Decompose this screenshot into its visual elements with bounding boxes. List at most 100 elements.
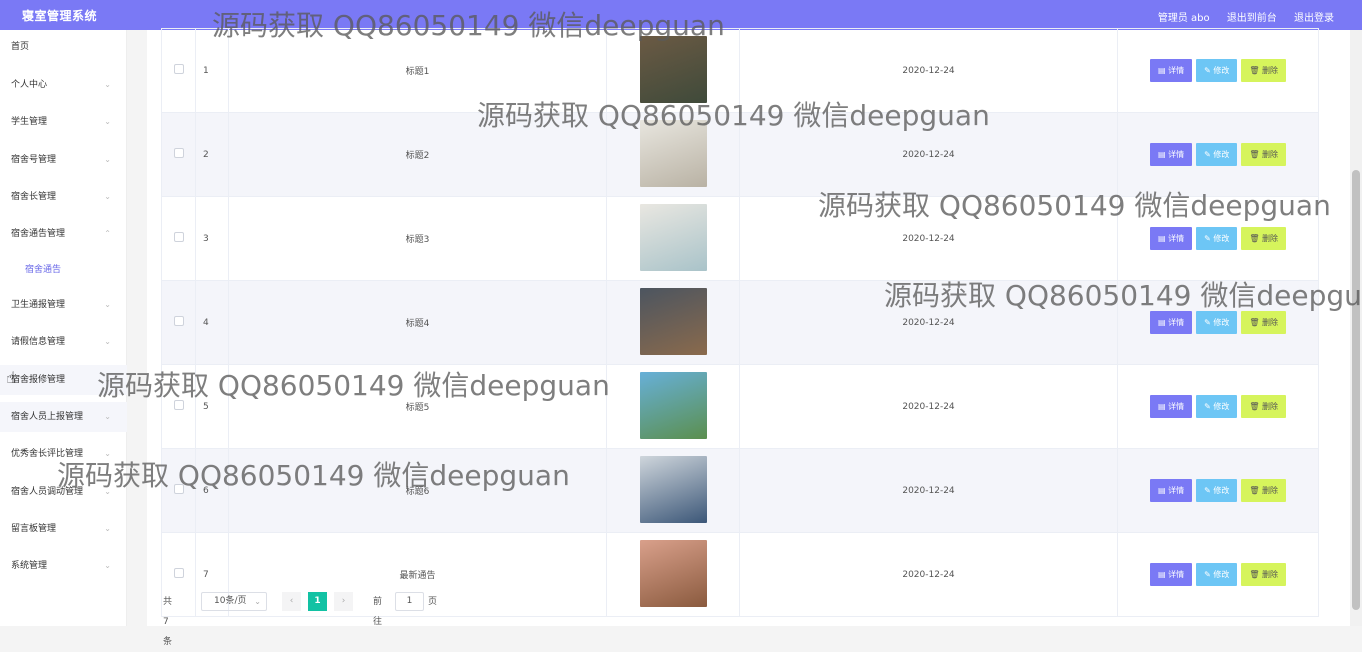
edit-button[interactable]: ✎ 修改 [1196, 59, 1238, 82]
row-title: 标题4 [228, 280, 607, 365]
row-checkbox[interactable] [173, 568, 184, 578]
exit-to-front-link[interactable]: 退出到前台 [1227, 13, 1277, 24]
sidebar-item-system[interactable]: 系统管理 ⌄ [0, 551, 127, 581]
row-date: 2020-12-24 [739, 532, 1118, 617]
row-image-cell [606, 532, 740, 617]
notice-image [639, 35, 707, 103]
document-icon: ▤ [1157, 234, 1169, 243]
scrollbar-thumb[interactable] [1352, 170, 1360, 610]
row-checkbox[interactable] [173, 64, 184, 74]
edit-button[interactable]: ✎ 修改 [1196, 479, 1238, 502]
edit-button[interactable]: ✎ 修改 [1196, 227, 1238, 250]
document-icon: ▤ [1157, 570, 1169, 579]
detail-button[interactable]: ▤ 详情 [1149, 143, 1193, 166]
page-unit-label: 页 [428, 597, 438, 607]
trash-icon: 🗑 [1249, 66, 1263, 75]
edit-button[interactable]: ✎ 修改 [1196, 395, 1238, 418]
sidebar-item-report[interactable]: 宿舍人员上报管理 ⌄ [0, 402, 127, 432]
row-title: 标题2 [228, 112, 607, 197]
row-index: 1 [195, 28, 229, 113]
row-actions: ▤ 详情 ✎ 修改 🗑 删除 [1117, 196, 1319, 281]
notice-image [639, 287, 707, 355]
row-date: 2020-12-24 [739, 28, 1118, 113]
sidebar-item-dorm-notice[interactable]: 宿舍通告管理 ⌃ [0, 219, 127, 249]
delete-button[interactable]: 🗑 删除 [1241, 59, 1287, 82]
delete-button[interactable]: 🗑 删除 [1241, 227, 1287, 250]
row-checkbox-cell [161, 364, 196, 449]
sidebar-item-excellent-leader[interactable]: 优秀舍长评比管理 ⌄ [0, 439, 127, 469]
page-size-select[interactable]: 10条/页 ⌄ [201, 592, 267, 611]
row-actions: ▤ 详情 ✎ 修改 🗑 删除 [1117, 28, 1319, 113]
row-date: 2020-12-24 [739, 196, 1118, 281]
row-checkbox-cell [161, 448, 196, 533]
document-icon: ▤ [1157, 402, 1169, 411]
chevron-down-icon: ⌄ [104, 80, 111, 89]
delete-button[interactable]: 🗑 删除 [1241, 479, 1287, 502]
notice-image [639, 455, 707, 523]
edit-button[interactable]: ✎ 修改 [1196, 311, 1238, 334]
pencil-icon: ✎ [1204, 66, 1214, 75]
table-row: 1 标题1 2020-12-24 ▤ 详情 ✎ 修改 🗑 删除 [161, 28, 1319, 113]
sidebar-item-repair[interactable]: 宿舍报修管理 ⌄ [0, 365, 127, 395]
detail-button[interactable]: ▤ 详情 [1149, 311, 1193, 334]
logout-link[interactable]: 退出登录 [1294, 13, 1334, 24]
prev-page-button[interactable]: ‹ [282, 592, 301, 611]
detail-button[interactable]: ▤ 详情 [1149, 563, 1193, 586]
sidebar: 首页 个人中心 ⌄ 学生管理 ⌄ 宿舍号管理 ⌄ 宿舍长管理 ⌄ 宿舍通告管理 ⌃ 宿舍通… [0, 30, 127, 626]
chevron-down-icon: ⌄ [104, 449, 111, 458]
edit-button[interactable]: ✎ 修改 [1196, 563, 1238, 586]
chevron-up-icon: ⌃ [104, 229, 111, 238]
hand-cursor-icon: ☝ [6, 368, 16, 387]
row-checkbox[interactable] [173, 484, 184, 494]
row-image-cell [606, 196, 740, 281]
goto-label: 前往 [373, 597, 383, 627]
next-page-button[interactable]: › [334, 592, 353, 611]
detail-button[interactable]: ▤ 详情 [1149, 227, 1193, 250]
row-actions: ▤ 详情 ✎ 修改 🗑 删除 [1117, 364, 1319, 449]
delete-button[interactable]: 🗑 删除 [1241, 563, 1287, 586]
delete-button[interactable]: 🗑 删除 [1241, 143, 1287, 166]
row-checkbox[interactable] [173, 148, 184, 158]
sidebar-subitem-dorm-notice[interactable]: 宿舍通告 [0, 258, 127, 282]
pencil-icon: ✎ [1204, 402, 1214, 411]
pencil-icon: ✎ [1204, 234, 1214, 243]
row-checkbox[interactable] [173, 400, 184, 410]
detail-button[interactable]: ▤ 详情 [1149, 395, 1193, 418]
sidebar-item-dorm-number[interactable]: 宿舍号管理 ⌄ [0, 145, 127, 175]
vertical-scrollbar[interactable] [1350, 30, 1362, 626]
document-icon: ▤ [1157, 150, 1169, 159]
row-checkbox[interactable] [173, 232, 184, 242]
delete-button[interactable]: 🗑 删除 [1241, 311, 1287, 334]
sidebar-item-message-board[interactable]: 留言板管理 ⌄ [0, 514, 127, 544]
goto-page-input[interactable]: 1 [395, 592, 424, 611]
sidebar-item-home[interactable]: 首页 [0, 32, 127, 62]
row-date: 2020-12-24 [739, 364, 1118, 449]
sidebar-item-students[interactable]: 学生管理 ⌄ [0, 107, 127, 137]
sidebar-item-transfer[interactable]: 宿舍人员调动管理 ⌄ [0, 477, 127, 507]
row-actions: ▤ 详情 ✎ 修改 🗑 删除 [1117, 448, 1319, 533]
row-image-cell [606, 280, 740, 365]
pencil-icon: ✎ [1204, 570, 1214, 579]
detail-button[interactable]: ▤ 详情 [1149, 479, 1193, 502]
pencil-icon: ✎ [1204, 150, 1214, 159]
sidebar-item-leave[interactable]: 请假信息管理 ⌄ [0, 327, 127, 357]
table-row: 3 标题3 2020-12-24 ▤ 详情 ✎ 修改 🗑 删除 [161, 196, 1319, 281]
pagination-total: 共 7 条 [163, 597, 173, 647]
row-checkbox[interactable] [173, 316, 184, 326]
table-row: 6 标题6 2020-12-24 ▤ 详情 ✎ 修改 🗑 删除 [161, 448, 1319, 533]
detail-button[interactable]: ▤ 详情 [1149, 59, 1193, 82]
chevron-down-icon: ⌄ [104, 524, 111, 533]
row-index: 2 [195, 112, 229, 197]
table-row: 5 标题5 2020-12-24 ▤ 详情 ✎ 修改 🗑 删除 [161, 364, 1319, 449]
document-icon: ▤ [1157, 486, 1169, 495]
main-content: 1 标题1 2020-12-24 ▤ 详情 ✎ 修改 🗑 删除 2 标题2 2020-12-24… [147, 28, 1350, 647]
trash-icon: 🗑 [1249, 234, 1263, 243]
document-icon: ▤ [1157, 318, 1169, 327]
sidebar-item-hygiene[interactable]: 卫生通报管理 ⌄ [0, 290, 127, 320]
edit-button[interactable]: ✎ 修改 [1196, 143, 1238, 166]
notice-image [639, 371, 707, 439]
sidebar-item-profile[interactable]: 个人中心 ⌄ [0, 70, 127, 100]
page-number-button[interactable]: 1 [308, 592, 327, 611]
sidebar-item-dorm-leader[interactable]: 宿舍长管理 ⌄ [0, 182, 127, 212]
delete-button[interactable]: 🗑 删除 [1241, 395, 1287, 418]
